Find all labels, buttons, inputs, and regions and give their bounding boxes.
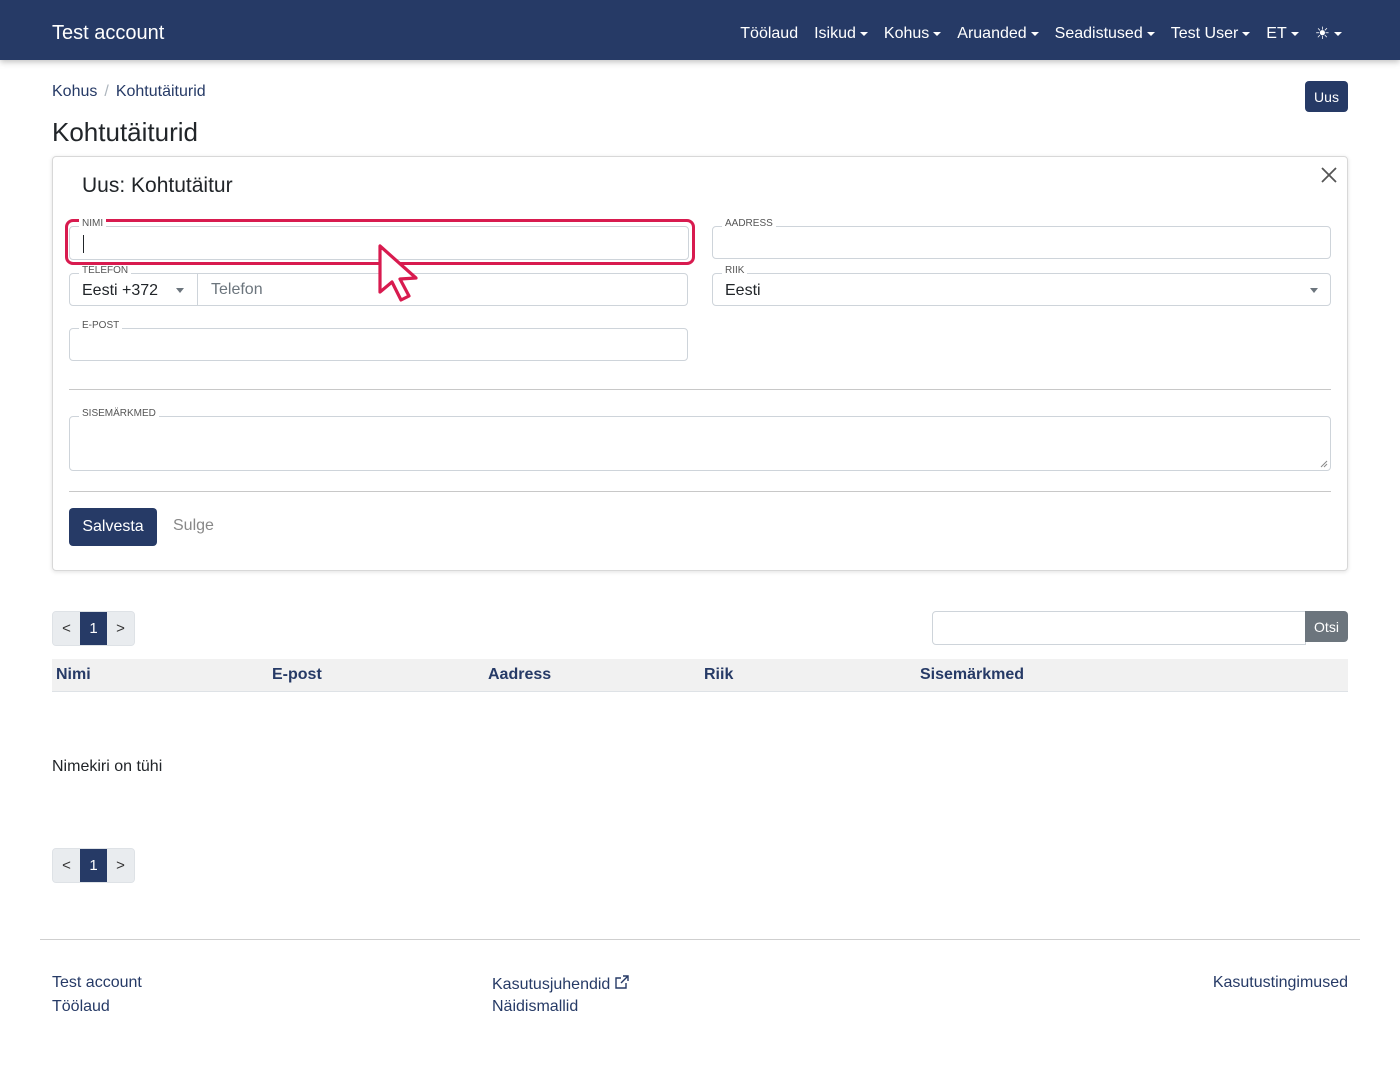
breadcrumb-item-current[interactable]: Kohtutäiturid [116, 83, 206, 101]
caret-down-icon [1310, 288, 1318, 293]
pagination-top: < 1 > [52, 611, 135, 646]
caret-down-icon [1242, 32, 1251, 36]
sun-icon: ☀ [1314, 24, 1330, 43]
caret-down-icon [1030, 32, 1039, 36]
column-header-riik[interactable]: Riik [704, 666, 733, 684]
notes-label: SISEMÄRKMED [79, 409, 159, 419]
search-input[interactable] [932, 611, 1306, 645]
breadcrumb: Kohus / Kohtutäiturid [52, 83, 206, 101]
close-button[interactable]: Sulge [173, 517, 214, 535]
footer-link-dashboard[interactable]: Töölaud [52, 998, 110, 1016]
nav-item-label: Isikud [814, 25, 856, 42]
breadcrumb-item-kohus[interactable]: Kohus [52, 83, 97, 101]
caret-down-icon [933, 32, 942, 36]
nav-item-label: Test User [1170, 25, 1239, 42]
page-current-button[interactable]: 1 [80, 849, 107, 882]
nav-item-user-menu[interactable]: Test User [1171, 25, 1251, 43]
external-link-icon [615, 975, 630, 989]
phone-country-value: Eesti +372 [82, 282, 159, 299]
column-header-aadress[interactable]: Aadress [488, 666, 551, 684]
phone-country-select[interactable]: Eesti +372 [70, 274, 198, 305]
caret-down-icon [1146, 32, 1155, 36]
page-title: Kohtutäiturid [52, 117, 198, 147]
page-prev-button[interactable]: < [53, 849, 80, 882]
nav-item-aruanded[interactable]: Aruanded [957, 25, 1039, 43]
footer-divider [40, 939, 1360, 940]
nav-item-label: Kohus [883, 25, 930, 42]
search-button[interactable]: Otsi [1305, 611, 1348, 642]
country-label: RIIK [722, 266, 748, 276]
form-title: Uus: Kohtutäitur [82, 174, 233, 197]
caret-down-icon [1290, 32, 1299, 36]
footer-link-terms[interactable]: Kasutustingimused [1213, 974, 1348, 992]
footer-link-guides-wrap[interactable]: Kasutusjuhendid [492, 974, 630, 994]
address-input[interactable] [712, 226, 1331, 259]
column-header-epost[interactable]: E-post [272, 666, 322, 684]
brand-link[interactable]: Test account [52, 22, 164, 45]
page-next-button[interactable]: > [107, 849, 134, 882]
nav-item-isikud[interactable]: Isikud [814, 25, 868, 43]
notes-textarea[interactable] [69, 416, 1331, 471]
page-prev-button[interactable]: < [53, 612, 80, 645]
resize-grip-icon[interactable] [1320, 460, 1328, 468]
empty-list-message: Nimekiri on tühi [52, 758, 163, 775]
theme-toggle[interactable]: ☀ [1315, 24, 1342, 44]
country-value: Eesti [725, 282, 761, 299]
form-divider [69, 491, 1331, 492]
close-icon[interactable] [1319, 165, 1339, 185]
caret-down-icon [859, 32, 868, 36]
column-header-sisemarkmed[interactable]: Sisemärkmed [920, 666, 1024, 684]
name-label: NIMI [79, 219, 107, 229]
footer-link-templates[interactable]: Näidismallid [492, 998, 578, 1016]
breadcrumb-separator: / [104, 83, 109, 100]
nav-item-label: Seadistused [1054, 25, 1143, 42]
email-label: E-POST [79, 321, 123, 331]
footer-link-guides: Kasutusjuhendid [492, 976, 611, 993]
page-next-button[interactable]: > [107, 612, 134, 645]
phone-label: TELEFON [79, 266, 132, 276]
phone-placeholder: Telefon [211, 281, 263, 298]
address-label: AADRESS [722, 219, 776, 229]
nav-item-toolaud[interactable]: Töölaud [740, 25, 798, 43]
nav-item-label: Töölaud [740, 25, 799, 42]
nav-item-seadistused[interactable]: Seadistused [1055, 25, 1155, 43]
nav-item-label: Aruanded [957, 25, 1027, 42]
form-divider [69, 389, 1331, 390]
phone-number-input[interactable]: Telefon [199, 274, 687, 305]
caret-down-icon [176, 288, 184, 293]
caret-down-icon [1334, 32, 1342, 36]
footer-link-account[interactable]: Test account [52, 974, 142, 992]
nav-item-language[interactable]: ET [1266, 25, 1299, 43]
new-record-form-card: Uus: Kohtutäitur NIMI AADRESS Eesti +372… [52, 156, 1348, 571]
new-button[interactable]: Uus [1305, 81, 1348, 112]
table-header: Nimi E-post Aadress Riik Sisemärkmed [52, 659, 1348, 692]
column-header-nimi[interactable]: Nimi [56, 666, 91, 684]
top-navbar: Test account Töölaud Isikud Kohus Aruand… [0, 0, 1400, 60]
email-input[interactable] [69, 328, 688, 361]
nav-menu: Töölaud Isikud Kohus Aruanded Seadistuse… [724, 24, 1342, 44]
nav-item-label: ET [1266, 25, 1287, 42]
page-current-button[interactable]: 1 [80, 612, 107, 645]
text-cursor [83, 235, 84, 253]
pagination-bottom: < 1 > [52, 848, 135, 883]
mouse-pointer-icon [378, 244, 418, 302]
nav-item-kohus[interactable]: Kohus [883, 25, 942, 43]
country-select[interactable]: Eesti [712, 273, 1331, 306]
save-button[interactable]: Salvesta [69, 508, 157, 546]
